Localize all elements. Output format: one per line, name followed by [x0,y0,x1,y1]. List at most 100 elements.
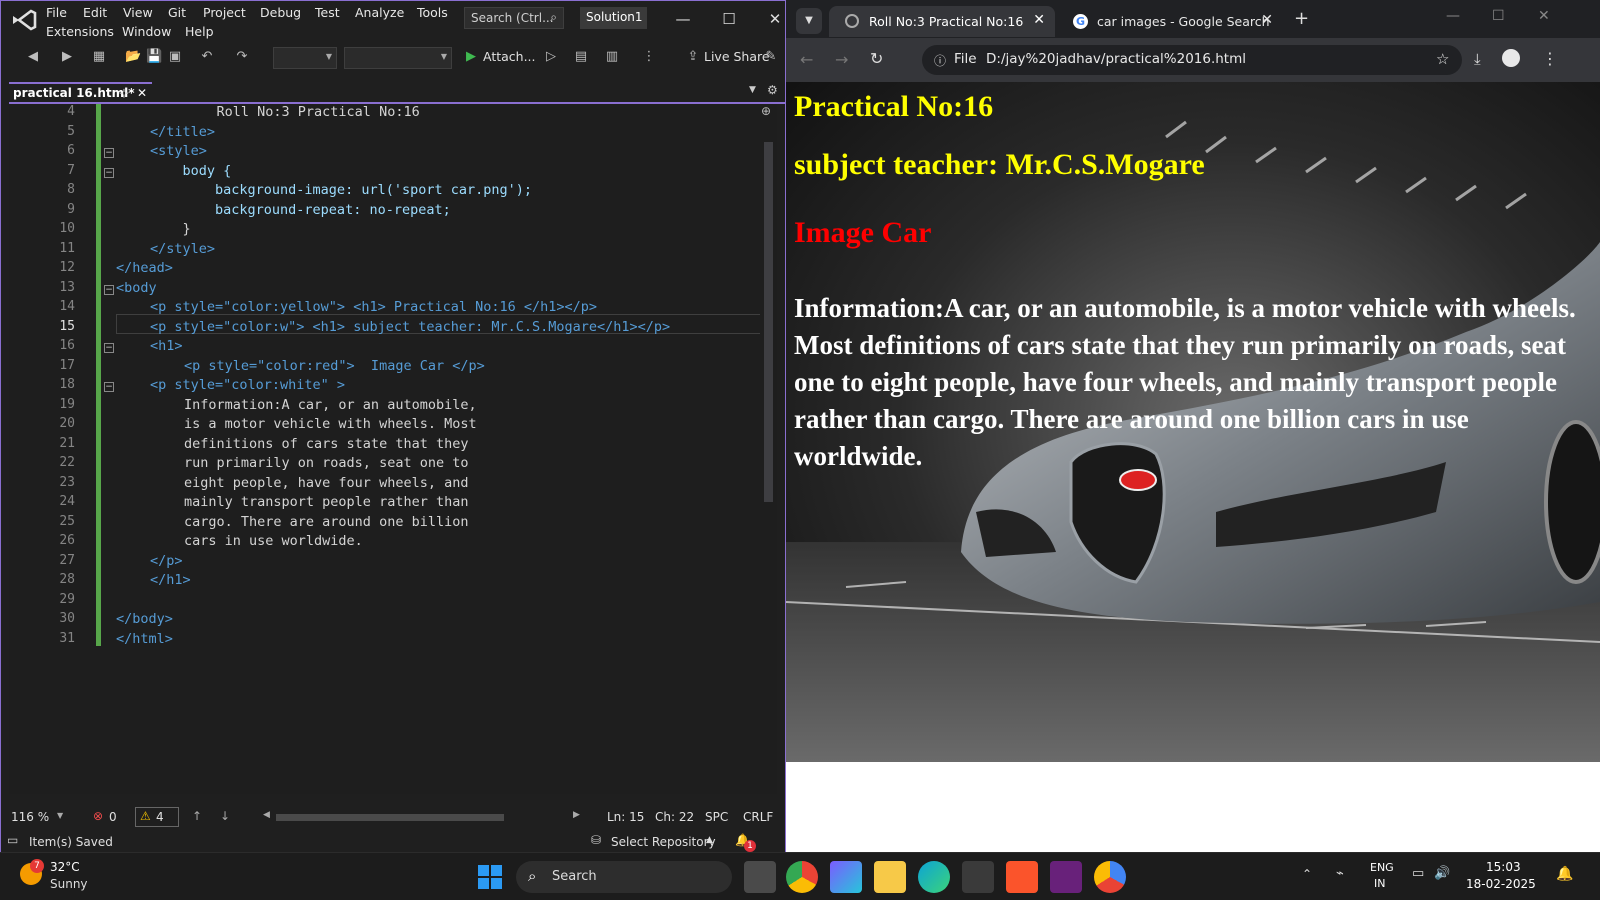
code-line[interactable]: </head> [116,260,173,276]
menu-extensions[interactable]: Extensions [46,24,114,39]
fold-toggle-icon[interactable]: − [104,284,114,295]
vertical-scroll-thumb[interactable] [764,142,773,502]
scroll-left-icon[interactable]: ◀ [263,810,270,820]
code-line[interactable]: </p> [150,553,183,569]
code-line[interactable]: <body [116,280,157,296]
chrome-menu-icon[interactable]: ⋮ [1542,49,1558,68]
fold-toggle-icon[interactable]: − [104,167,114,178]
visual-studio-logo-icon[interactable] [11,9,37,31]
code-line[interactable]: </style> [150,241,215,257]
menu-help[interactable]: Help [185,24,214,39]
attach-button[interactable]: Attach... [483,49,536,64]
tab-search-icon[interactable]: ▼ [796,8,822,34]
code-line[interactable]: <h1> [150,338,183,354]
code-line[interactable]: </h1> [150,572,191,588]
language-in[interactable]: IN [1374,877,1385,890]
share-icon[interactable]: ⇪ [685,49,701,65]
reload-icon[interactable]: ↻ [870,49,883,68]
file-explorer-app-icon[interactable] [874,861,906,893]
new-project-icon[interactable]: ▦ [91,49,107,65]
chrome-app-icon[interactable] [786,861,818,893]
live-share-button[interactable]: Live Share [704,49,770,64]
code-line[interactable]: <style> [150,143,207,159]
prev-issue-icon[interactable]: ↑ [192,809,202,823]
menu-file[interactable]: File [46,5,67,20]
code-line[interactable]: eight people, have four wheels, and [184,475,468,491]
feedback-icon[interactable]: ✎ [763,49,779,65]
code-line[interactable]: Roll No:3 Practical No:16 [184,104,420,120]
address-bar[interactable]: ⓘ File D:/jay%20jadhav/practical%2016.ht… [922,45,1462,75]
browse-icon[interactable]: ▤ [573,49,589,65]
menu-view[interactable]: View [123,5,153,20]
task-view-icon[interactable] [744,861,776,893]
horizontal-scroll-thumb[interactable] [276,814,504,821]
code-line[interactable]: definitions of cars state that they [184,436,468,452]
profile-avatar-icon[interactable] [1502,49,1520,67]
error-count[interactable]: 0 [109,810,117,824]
weather-desc[interactable]: Sunny [50,877,88,891]
save-icon[interactable]: 💾 [146,49,162,65]
code-line[interactable]: is a motor vehicle with wheels. Most [184,416,477,432]
tab-active[interactable]: Roll No:3 Practical No:16 ✕ [829,6,1055,37]
minimize-icon[interactable]: — [1446,8,1460,24]
store-app-icon[interactable] [962,861,994,893]
minimize-icon[interactable]: — [673,9,693,29]
start-windows-icon[interactable] [478,865,502,889]
code-line[interactable]: mainly transport people rather than [184,494,468,510]
url-text[interactable]: D:/jay%20jadhav/practical%2016.html [986,51,1246,67]
download-icon[interactable]: ⤓ [1474,50,1481,68]
forward-nav-icon[interactable]: ▶ [59,49,75,65]
next-issue-icon[interactable]: ↓ [220,809,230,823]
line-indicator[interactable]: Ln: 15 [607,810,644,824]
tab-close-icon[interactable]: ✕ [1033,12,1045,28]
info-icon[interactable]: ⓘ [934,52,946,69]
play-icon[interactable]: ▶ [463,49,479,65]
wifi-icon[interactable]: ▭ [1412,866,1424,881]
clock-date[interactable]: 18-02-2025 [1466,877,1536,891]
scroll-right-icon[interactable]: ▶ [573,810,580,820]
new-tab-icon[interactable]: + [1294,8,1309,29]
code-line[interactable]: background-image: url('sport car.png'); [150,182,532,198]
page-viewport[interactable]: Practical No:16 subject teacher: Mr.C.S.… [786,82,1600,852]
code-line[interactable]: cars in use worldwide. [184,533,363,549]
layout-icon[interactable]: ▥ [604,49,620,65]
menu-git[interactable]: Git [168,5,186,20]
menu-analyze[interactable]: Analyze [355,5,404,20]
copilot-app-icon[interactable] [830,861,862,893]
code-line[interactable]: body { [150,163,232,179]
menu-edit[interactable]: Edit [83,5,107,20]
overflow-icon[interactable]: ⋮ [641,49,657,65]
fold-toggle-icon[interactable]: − [104,148,114,158]
code-line[interactable]: Information:A car, or an automobile, [184,397,477,413]
back-nav-icon[interactable]: ◀ [25,49,41,65]
chrome-profile-app-icon[interactable] [1094,861,1126,893]
document-tab[interactable]: practical 16.html* ⊹ ✕ [9,82,152,102]
maximize-icon[interactable]: ☐ [1492,8,1505,24]
close-icon[interactable]: ✕ [765,9,785,29]
weather-temp[interactable]: 32°C [50,860,80,874]
code-line[interactable]: <p style="color:red"> Image Car </p> [184,358,485,374]
output-icon[interactable]: ▭ [7,833,18,847]
url-scheme-chip[interactable]: File [954,51,977,67]
notification-bell-icon[interactable]: 🔔 [1556,866,1573,882]
line-ending-indicator[interactable]: CRLF [743,810,773,824]
undo-icon[interactable]: ↶ [199,49,215,65]
menu-tools[interactable]: Tools [417,5,448,20]
tab-close-icon[interactable]: ✕ [1261,12,1273,28]
redo-icon[interactable]: ↷ [234,49,250,65]
code-line[interactable]: background-repeat: no-repeat; [150,202,451,218]
repo-up-icon[interactable]: ▲ [706,835,713,845]
settings-gear-icon[interactable]: ⚙ [767,83,778,97]
tab-inactive[interactable]: G car images - Google Search ✕ [1057,6,1283,37]
fold-toggle-icon[interactable]: − [104,343,114,353]
pin-icon[interactable]: ⊹ [119,86,129,100]
menu-debug[interactable]: Debug [260,5,301,20]
visual-studio-app-icon[interactable] [1050,861,1082,893]
code-line[interactable]: cargo. There are around one billion [184,514,468,530]
menu-project[interactable]: Project [203,5,246,20]
menu-window[interactable]: Window [122,24,171,39]
code-line[interactable]: } [150,221,191,237]
forward-icon[interactable]: → [835,50,848,69]
close-icon[interactable]: ✕ [1538,8,1550,24]
network-icon[interactable]: ⌁ [1336,866,1344,881]
